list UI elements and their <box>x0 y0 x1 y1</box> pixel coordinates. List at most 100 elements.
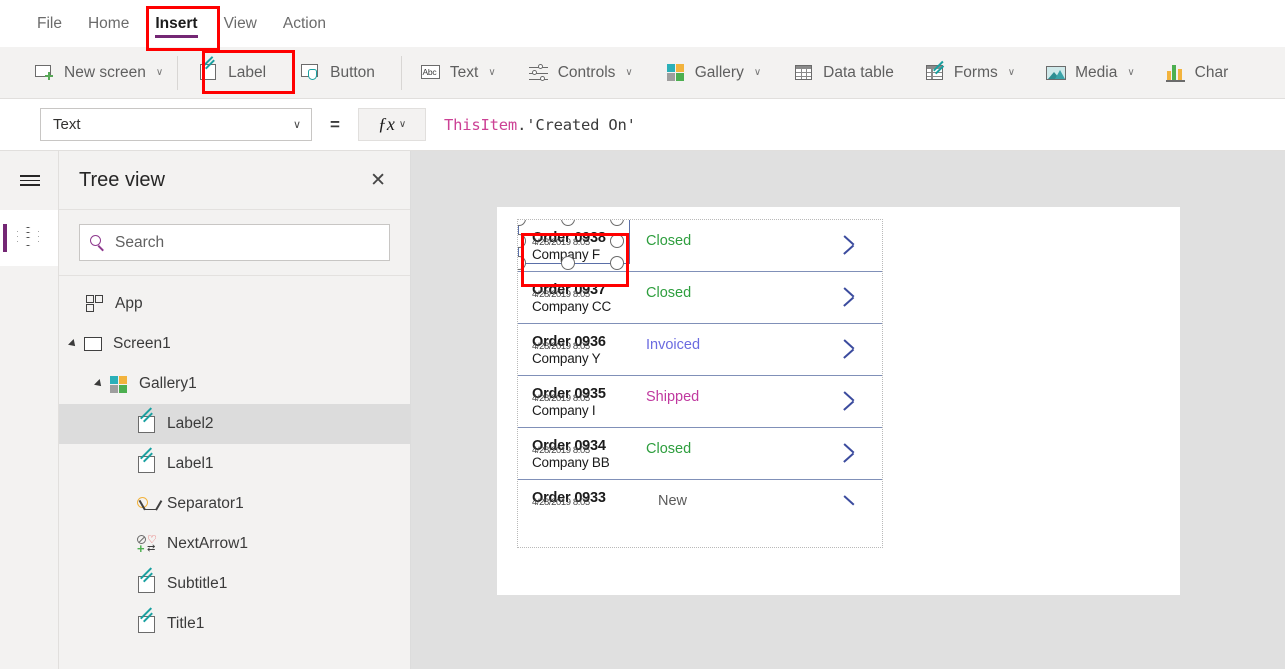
menu-item-file[interactable]: File <box>24 0 75 47</box>
ribbon-label-button[interactable]: Label <box>178 47 286 99</box>
next-arrow-icon[interactable] <box>843 388 860 414</box>
data-table-icon <box>793 63 815 83</box>
charts-icon <box>1165 63 1187 83</box>
created-on-label: 4/28/2019 8:05 <box>532 289 590 300</box>
rail-item-tree-view[interactable] <box>0 210 58 266</box>
status-badge: Invoiced <box>646 337 701 353</box>
next-arrow-icon[interactable] <box>843 492 860 518</box>
tree-item-separator1[interactable]: Separator1 <box>59 484 410 524</box>
tree-item-label: App <box>115 295 143 312</box>
ribbon-button-button[interactable]: Button <box>286 47 389 99</box>
ribbon-label-label: Label <box>228 63 267 81</box>
next-arrow-icon[interactable] <box>843 336 860 362</box>
ribbon-forms-button[interactable]: Forms ∨ <box>908 47 1029 99</box>
status-badge: Closed <box>646 233 692 249</box>
tree-item-screen1[interactable]: Screen1 <box>59 324 410 364</box>
gallery-row[interactable]: Order 0938 Company F 4/28/2019 8:05 Clos… <box>518 220 882 272</box>
next-arrow-icon[interactable] <box>843 232 860 258</box>
next-arrow-icon[interactable] <box>843 440 860 466</box>
gallery-row[interactable]: Order 0936 Company Y 4/28/2019 8:05 Invo… <box>518 324 882 376</box>
ribbon-controls-button[interactable]: Controls ∨ <box>510 47 647 99</box>
search-input[interactable]: Search <box>79 224 390 261</box>
formula-input[interactable]: ThisItem .'Created On' <box>426 108 1285 141</box>
gallery-row[interactable]: Order 0933 4/28/2019 8:05 New <box>518 480 882 532</box>
app-screen[interactable]: Order 0938 Company F 4/28/2019 8:05 Clos… <box>497 207 1180 595</box>
chevron-down-icon: ∨ <box>1007 67 1016 78</box>
property-select-value: Text <box>53 116 81 133</box>
tree-item-label2[interactable]: Label2 <box>59 404 410 444</box>
gallery-row[interactable]: Order 0935 Company I 4/28/2019 8:05 Ship… <box>518 376 882 428</box>
resize-handle-sw[interactable] <box>518 256 526 270</box>
chevron-down-icon: ∨ <box>625 67 633 78</box>
ribbon-text-button[interactable]: Abc Text ∨ <box>402 47 510 99</box>
menu-item-action[interactable]: Action <box>270 0 339 47</box>
tree-item-label1[interactable]: Label1 <box>59 444 410 484</box>
powerapps-studio-window: File Home Insert View Action New screen … <box>0 0 1285 669</box>
label-icon <box>137 446 158 474</box>
tree-item-label: Subtitle1 <box>167 575 228 592</box>
tree-item-title1[interactable]: Title1 <box>59 604 410 644</box>
tree-item-label: Title1 <box>167 615 205 632</box>
ribbon-new-screen-label: New screen <box>64 63 146 81</box>
app-icon <box>85 294 106 314</box>
ribbon-data-table-button[interactable]: Data table <box>775 47 908 99</box>
chevron-down-icon: ∨ <box>292 119 301 131</box>
company-subtitle: Company Y <box>532 351 601 366</box>
gallery-row[interactable]: Order 0937 Company CC 4/28/2019 8:05 Clo… <box>518 272 882 324</box>
ribbon-charts-button[interactable]: Char <box>1149 47 1243 99</box>
gallery-row[interactable]: Order 0934 Company BB 4/28/2019 8:05 Clo… <box>518 428 882 480</box>
resize-handle-e[interactable] <box>610 234 624 248</box>
tree-list: App Screen1 Gallery1 Label2 Label1 Separ… <box>59 276 410 644</box>
created-on-label: 4/28/2019 8:05 <box>532 497 590 508</box>
resize-handle-s[interactable] <box>561 256 575 270</box>
label-icon <box>198 55 220 83</box>
hamburger-menu-icon[interactable] <box>0 151 59 210</box>
tree-search-wrapper: Search <box>59 210 410 276</box>
expand-caret-icon[interactable] <box>93 377 107 391</box>
formula-keyword: ThisItem <box>444 115 518 134</box>
company-subtitle: Company BB <box>532 455 610 470</box>
label-icon <box>137 566 158 594</box>
ribbon-charts-label: Char <box>1194 63 1229 81</box>
button-icon <box>300 63 322 83</box>
ribbon-media-button[interactable]: Media ∨ <box>1029 47 1149 99</box>
ribbon-media-label: Media <box>1075 63 1118 81</box>
separator-icon <box>137 495 162 514</box>
status-badge: Shipped <box>646 389 700 405</box>
close-icon[interactable]: ✕ <box>366 167 390 194</box>
app-canvas: Order 0938 Company F 4/28/2019 8:05 Clos… <box>411 151 1285 669</box>
chevron-down-icon: ∨ <box>753 67 762 78</box>
tree-view-panel: Tree view ✕ Search App Screen1 Gallery1 … <box>59 151 411 669</box>
resize-handle-w[interactable] <box>518 234 526 248</box>
ribbon-new-screen-button[interactable]: New screen ∨ <box>0 47 177 99</box>
next-arrow-icon: ♡ + ⇄ <box>137 533 157 556</box>
tree-item-app[interactable]: App <box>59 284 410 324</box>
tree-item-nextarrow1[interactable]: ♡ + ⇄ NextArrow1 <box>59 524 410 564</box>
tree-view-header: Tree view ✕ <box>59 151 410 210</box>
tree-item-label: Separator1 <box>167 495 244 512</box>
resize-handle-se[interactable] <box>610 256 624 270</box>
selection-box[interactable] <box>518 220 630 270</box>
ribbon-gallery-button[interactable]: Gallery ∨ <box>647 47 775 99</box>
search-icon <box>90 234 106 251</box>
tree-item-subtitle1[interactable]: Subtitle1 <box>59 564 410 604</box>
screen-icon <box>83 335 104 354</box>
tree-item-gallery1[interactable]: Gallery1 <box>59 364 410 404</box>
chevron-down-icon: ∨ <box>488 67 496 78</box>
menu-item-insert[interactable]: Insert <box>142 0 210 47</box>
resize-handle-nw[interactable] <box>518 220 526 226</box>
menu-bar: File Home Insert View Action <box>0 0 1285 47</box>
fx-button[interactable]: ƒx ∨ <box>358 108 426 141</box>
tree-item-label: NextArrow1 <box>167 535 248 552</box>
chevron-down-icon: ∨ <box>398 119 407 130</box>
menu-item-view[interactable]: View <box>211 0 270 47</box>
resize-handle-ne[interactable] <box>610 220 624 226</box>
menu-item-home[interactable]: Home <box>75 0 142 47</box>
gallery-control[interactable]: Order 0938 Company F 4/28/2019 8:05 Clos… <box>517 219 883 548</box>
resize-handle-n[interactable] <box>561 220 575 226</box>
ribbon-controls-label: Controls <box>557 63 616 81</box>
left-rail <box>0 151 59 669</box>
property-select[interactable]: Text ∨ <box>40 108 312 141</box>
next-arrow-icon[interactable] <box>843 284 860 310</box>
expand-caret-icon[interactable] <box>67 337 81 351</box>
